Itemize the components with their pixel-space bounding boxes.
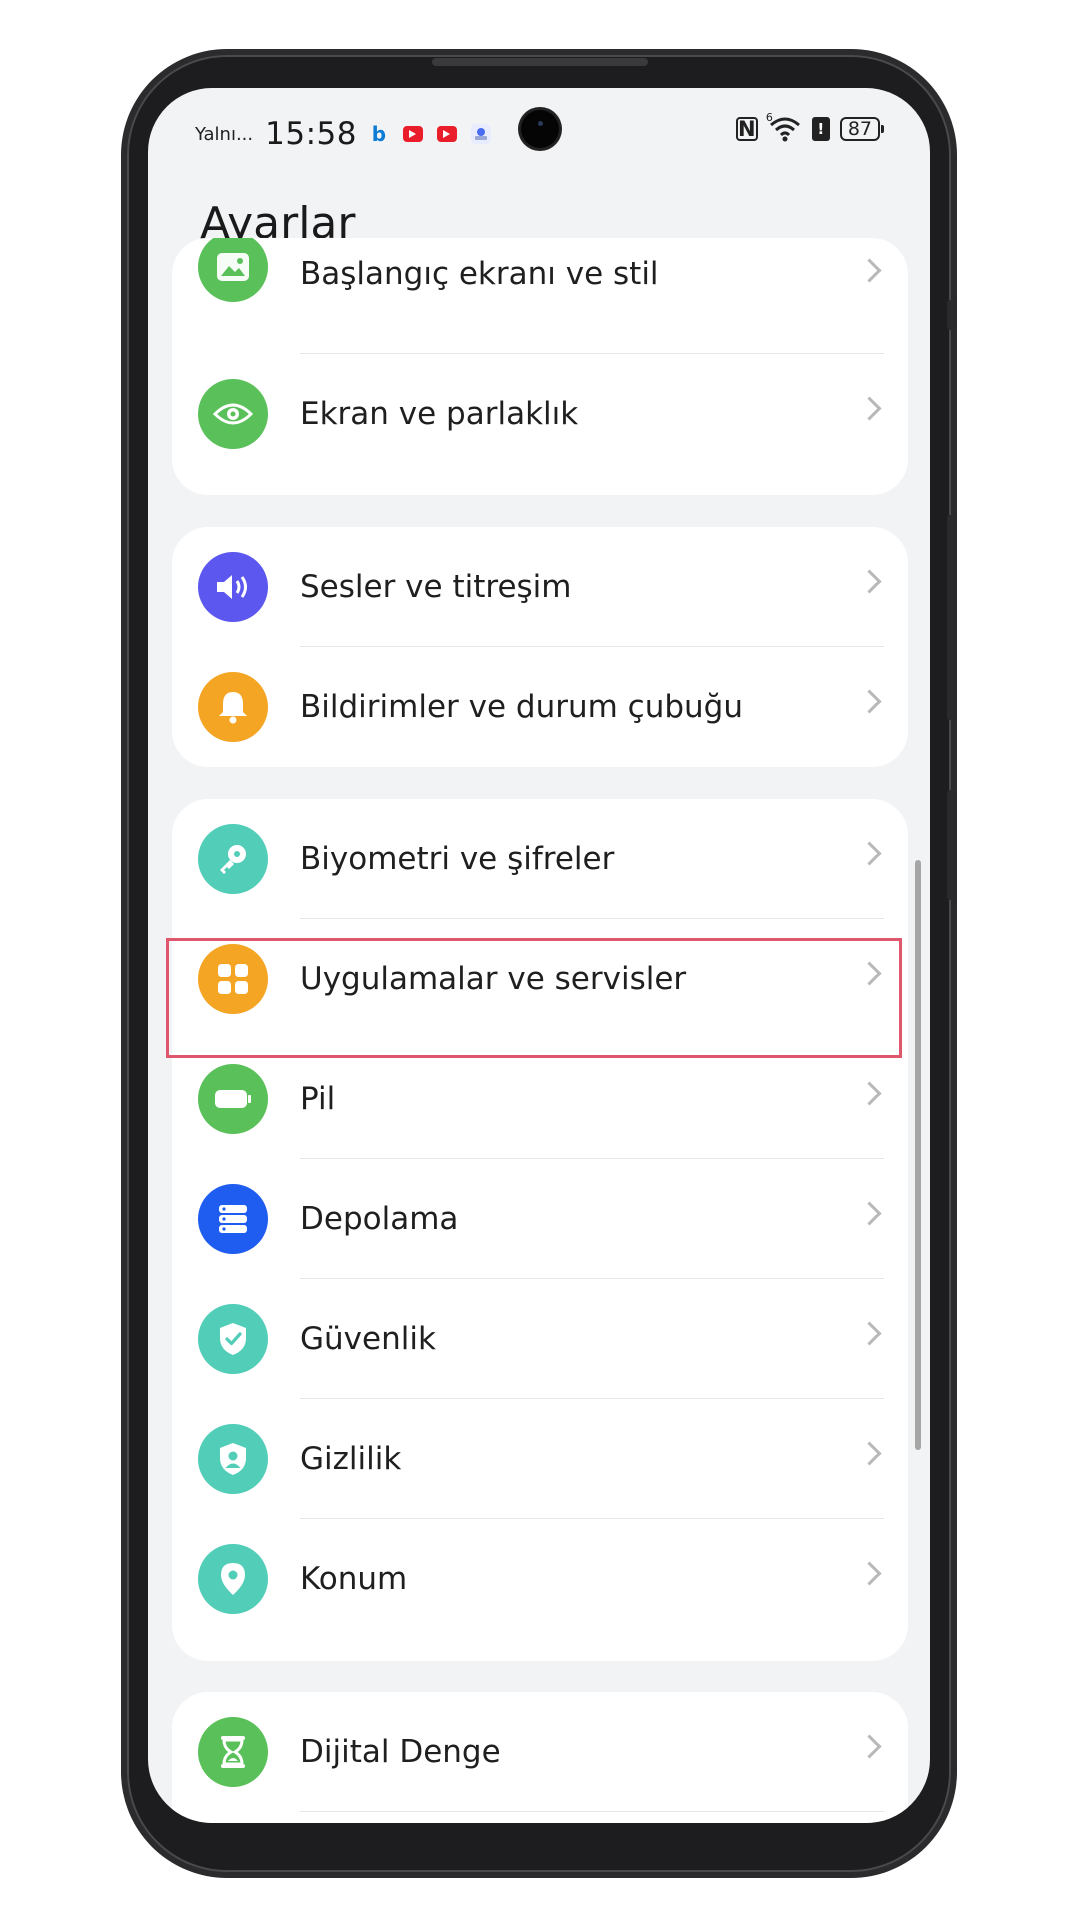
settings-item-label: Biyometri ve şifreler bbox=[300, 841, 615, 877]
settings-item-security[interactable]: Güvenlik bbox=[172, 1279, 908, 1399]
earpiece-speaker bbox=[432, 58, 648, 66]
settings-item-display-brightness[interactable]: Ekran ve parlaklık bbox=[172, 354, 908, 474]
chevron-right-icon bbox=[857, 258, 882, 283]
hourglass-icon bbox=[198, 1717, 268, 1787]
youtube-notification-icon bbox=[402, 126, 423, 142]
settings-item-label: Pil bbox=[300, 1081, 336, 1117]
side-button-top bbox=[947, 300, 957, 330]
mail-notification-icon bbox=[470, 124, 491, 144]
chevron-right-icon bbox=[857, 1561, 882, 1586]
settings-group-system: Biyometri ve şifreler Uygulamalar ve ser… bbox=[172, 799, 908, 1661]
eye-icon bbox=[198, 379, 268, 449]
settings-item-battery[interactable]: Pil bbox=[172, 1039, 908, 1159]
settings-group-wellbeing: Dijital Denge bbox=[172, 1692, 908, 1823]
storage-icon bbox=[198, 1184, 268, 1254]
speaker-icon bbox=[198, 552, 268, 622]
status-bar: Yalnı... 15:58 b N 6 ! 87 bbox=[148, 88, 930, 178]
apps-grid-icon bbox=[198, 944, 268, 1014]
chevron-right-icon bbox=[857, 1441, 882, 1466]
chevron-right-icon bbox=[857, 1081, 882, 1106]
settings-item-label: Ekran ve parlaklık bbox=[300, 396, 579, 432]
settings-item-storage[interactable]: Depolama bbox=[172, 1159, 908, 1279]
clock: 15:58 bbox=[265, 116, 357, 152]
battery-level: 87 bbox=[847, 118, 872, 140]
chevron-right-icon bbox=[857, 841, 882, 866]
settings-item-label: Uygulamalar ve servisler bbox=[300, 961, 687, 997]
carrier-label: Yalnı... bbox=[195, 123, 254, 145]
chevron-right-icon bbox=[857, 961, 882, 986]
settings-item-privacy[interactable]: Gizlilik bbox=[172, 1399, 908, 1519]
alert-icon: ! bbox=[811, 117, 830, 141]
settings-item-label: Konum bbox=[300, 1561, 408, 1597]
location-pin-icon bbox=[198, 1544, 268, 1614]
battery-indicator: 87 bbox=[839, 117, 885, 141]
youtube-notification-icon bbox=[436, 126, 457, 142]
wifi-icon: 6 bbox=[766, 111, 802, 142]
key-icon bbox=[198, 824, 268, 894]
nfc-icon: N bbox=[735, 117, 758, 141]
battery-icon bbox=[198, 1064, 268, 1134]
phone-screen: Yalnı... 15:58 b N 6 ! 87 Ayarlar Başlan… bbox=[148, 88, 930, 1823]
bing-notification-icon: b bbox=[371, 122, 387, 146]
power-button bbox=[947, 790, 957, 900]
settings-item-notifications-status-bar[interactable]: Bildirimler ve durum çubuğu bbox=[172, 647, 908, 767]
settings-item-label: Dijital Denge bbox=[300, 1734, 501, 1770]
shield-check-icon bbox=[198, 1304, 268, 1374]
scrollbar[interactable] bbox=[915, 860, 921, 1450]
settings-item-label: Gizlilik bbox=[300, 1441, 402, 1477]
settings-item-label: Başlangıç ekranı ve stil bbox=[300, 256, 659, 292]
settings-item-biometrics-passwords[interactable]: Biyometri ve şifreler bbox=[172, 799, 908, 919]
settings-item-label: Bildirimler ve durum çubuğu bbox=[300, 689, 744, 725]
settings-item-digital-balance[interactable]: Dijital Denge bbox=[172, 1692, 908, 1812]
chevron-right-icon bbox=[857, 689, 882, 714]
chevron-right-icon bbox=[857, 569, 882, 594]
settings-item-label: Depolama bbox=[300, 1201, 459, 1237]
row-divider bbox=[300, 1811, 884, 1812]
settings-item-sounds-vibration[interactable]: Sesler ve titreşim bbox=[172, 527, 908, 647]
settings-group-sound-notifications: Sesler ve titreşim Bildirimler ve durum … bbox=[172, 527, 908, 767]
settings-item-home-screen-style[interactable]: Başlangıç ekranı ve stil bbox=[172, 238, 908, 354]
chevron-right-icon bbox=[857, 1734, 882, 1759]
settings-item-label: Güvenlik bbox=[300, 1321, 436, 1357]
bell-icon bbox=[198, 672, 268, 742]
settings-item-location[interactable]: Konum bbox=[172, 1519, 908, 1639]
chevron-right-icon bbox=[857, 1201, 882, 1226]
volume-button bbox=[947, 515, 957, 720]
settings-group-display: Başlangıç ekranı ve stil Ekran ve parlak… bbox=[172, 238, 908, 495]
settings-item-apps-services[interactable]: Uygulamalar ve servisler bbox=[172, 919, 908, 1039]
chevron-right-icon bbox=[857, 396, 882, 421]
image-icon bbox=[198, 238, 268, 302]
wifi-generation-badge: 6 bbox=[765, 111, 773, 124]
chevron-right-icon bbox=[857, 1321, 882, 1346]
privacy-shield-icon bbox=[198, 1424, 268, 1494]
settings-item-label: Sesler ve titreşim bbox=[300, 569, 572, 605]
